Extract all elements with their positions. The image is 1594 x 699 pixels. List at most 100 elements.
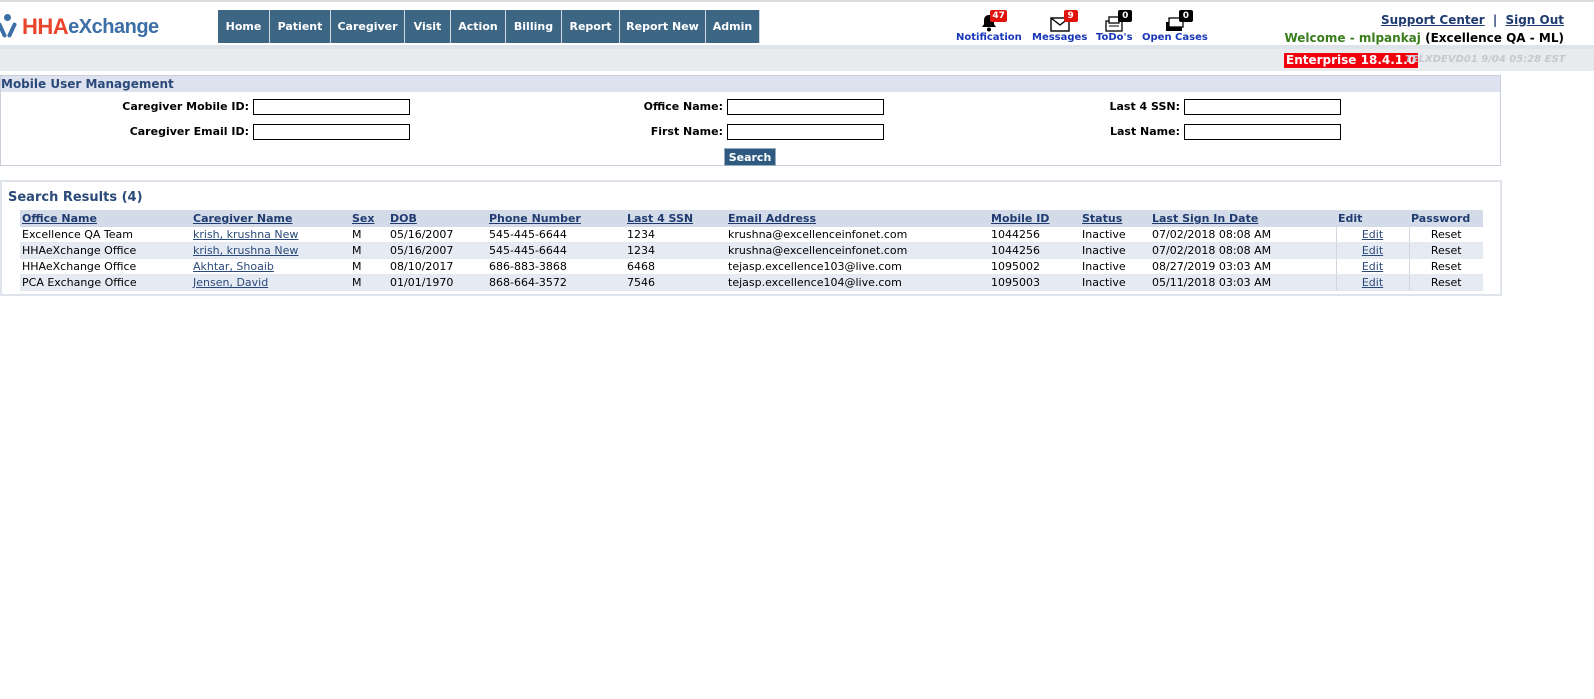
col-edit: Edit bbox=[1336, 210, 1409, 227]
cell-office-name: Excellence QA Team bbox=[20, 227, 191, 243]
nav-billing[interactable]: Billing bbox=[506, 10, 562, 43]
last4-ssn-input[interactable] bbox=[1184, 99, 1341, 115]
results-panel: Search Results (4) Office Name Caregiver… bbox=[0, 180, 1502, 296]
nav-visit[interactable]: Visit bbox=[405, 10, 451, 43]
welcome-user: Welcome - mlpankaj bbox=[1284, 31, 1421, 45]
open-cases-link[interactable]: 0 Open Cases bbox=[1142, 10, 1208, 43]
logo[interactable]: HHA eXchange bbox=[0, 12, 159, 42]
edit-link[interactable]: Edit bbox=[1335, 242, 1409, 259]
col-caregiver-name[interactable]: Caregiver Name bbox=[191, 210, 350, 227]
todo-icon: 0 bbox=[1102, 10, 1133, 32]
cell-phone: 686-883-3868 bbox=[487, 258, 625, 275]
reset-password[interactable]: Reset bbox=[1408, 242, 1483, 259]
col-status[interactable]: Status bbox=[1080, 210, 1150, 227]
cell-email: krushna@excellenceinfonet.com bbox=[726, 227, 989, 243]
cell-sex: M bbox=[350, 274, 388, 291]
caregiver-name-link[interactable]: Jensen, David bbox=[191, 274, 350, 291]
cell-phone: 868-664-3572 bbox=[487, 274, 625, 291]
cell-ssn: 1234 bbox=[625, 227, 726, 243]
cell-last-sign-in: 08/27/2019 03:03 AM bbox=[1150, 258, 1336, 275]
header-links: Support Center | Sign Out bbox=[1381, 13, 1564, 27]
nav-home[interactable]: Home bbox=[218, 10, 270, 43]
cell-email: krushna@excellenceinfonet.com bbox=[726, 242, 989, 259]
caregiver-mobile-id-input[interactable] bbox=[253, 99, 410, 115]
caregiver-mobile-id-label: Caregiver Mobile ID: bbox=[122, 100, 249, 113]
top-border bbox=[0, 0, 1594, 2]
reset-password[interactable]: Reset bbox=[1408, 274, 1483, 291]
col-sex[interactable]: Sex bbox=[350, 210, 388, 227]
cell-mobile-id: 1095002 bbox=[989, 258, 1080, 275]
envelope-icon: 9 bbox=[1048, 10, 1078, 32]
col-office-name[interactable]: Office Name bbox=[20, 210, 191, 227]
col-last-sign-in-date[interactable]: Last Sign In Date bbox=[1150, 210, 1336, 227]
table-row: Excellence QA Team krish, krushna New M … bbox=[20, 227, 1483, 243]
cell-sex: M bbox=[350, 258, 388, 275]
nav-caregiver[interactable]: Caregiver bbox=[331, 10, 405, 43]
nav-action[interactable]: Action bbox=[451, 10, 506, 43]
sign-out-link[interactable]: Sign Out bbox=[1505, 13, 1564, 27]
cell-status: Inactive bbox=[1080, 242, 1150, 259]
edit-link[interactable]: Edit bbox=[1335, 227, 1409, 243]
cell-office-name: PCA Exchange Office bbox=[20, 274, 191, 291]
col-last4-ssn[interactable]: Last 4 SSN bbox=[625, 210, 726, 227]
search-button[interactable]: Search bbox=[724, 148, 776, 166]
reset-password[interactable]: Reset bbox=[1408, 227, 1483, 243]
caregiver-name-link[interactable]: Akhtar, Shoaib bbox=[191, 258, 350, 275]
table-row: HHAeXchange Office krish, krushna New M … bbox=[20, 242, 1483, 259]
bell-icon: 47 bbox=[977, 10, 1007, 32]
col-password: Password bbox=[1409, 210, 1483, 227]
cell-sex: M bbox=[350, 227, 388, 243]
notification-count-badge: 47 bbox=[990, 10, 1007, 22]
cell-mobile-id: 1044256 bbox=[989, 242, 1080, 259]
cell-office-name: HHAeXchange Office bbox=[20, 258, 191, 275]
todo-link[interactable]: 0 ToDo's bbox=[1096, 10, 1133, 43]
todo-label: ToDo's bbox=[1096, 32, 1133, 43]
welcome-org: (Excellence QA - ML) bbox=[1425, 31, 1564, 45]
nav-admin[interactable]: Admin bbox=[706, 10, 760, 43]
col-mobile-id[interactable]: Mobile ID bbox=[989, 210, 1080, 227]
cell-phone: 545-445-6644 bbox=[487, 227, 625, 243]
office-name-input[interactable] bbox=[727, 99, 884, 115]
last-name-label: Last Name: bbox=[1109, 125, 1180, 138]
messages-link[interactable]: 9 Messages bbox=[1032, 10, 1088, 43]
cell-sex: M bbox=[350, 242, 388, 259]
welcome-text: Welcome - mlpankaj (Excellence QA - ML) bbox=[1284, 31, 1564, 45]
nav-patient[interactable]: Patient bbox=[270, 10, 331, 43]
caregiver-email-id-label: Caregiver Email ID: bbox=[129, 125, 249, 138]
nav-report-new[interactable]: Report New bbox=[620, 10, 706, 43]
support-center-link[interactable]: Support Center bbox=[1381, 13, 1485, 27]
caregiver-name-link[interactable]: krish, krushna New bbox=[191, 242, 350, 259]
cell-dob: 05/16/2007 bbox=[388, 242, 487, 259]
reset-password[interactable]: Reset bbox=[1408, 258, 1483, 275]
notification-label: Notification bbox=[956, 32, 1022, 43]
header-separator: | bbox=[1492, 13, 1498, 27]
messages-label: Messages bbox=[1032, 32, 1088, 43]
open-cases-label: Open Cases bbox=[1142, 32, 1208, 43]
edit-link[interactable]: Edit bbox=[1335, 274, 1409, 291]
caregiver-name-link[interactable]: krish, krushna New bbox=[191, 227, 350, 243]
table-row: HHAeXchange Office Akhtar, Shoaib M 08/1… bbox=[20, 258, 1483, 275]
notification-link[interactable]: 47 Notification bbox=[956, 10, 1022, 43]
col-dob[interactable]: DOB bbox=[388, 210, 487, 227]
nav-report[interactable]: Report bbox=[562, 10, 620, 43]
main-nav: Home Patient Caregiver Visit Action Bill… bbox=[218, 10, 760, 43]
cell-mobile-id: 1095003 bbox=[989, 274, 1080, 291]
cell-last-sign-in: 07/02/2018 08:08 AM bbox=[1150, 242, 1336, 259]
col-email-address[interactable]: Email Address bbox=[726, 210, 989, 227]
logo-figure-icon bbox=[0, 14, 18, 40]
col-phone-number[interactable]: Phone Number bbox=[487, 210, 625, 227]
cell-dob: 08/10/2017 bbox=[388, 258, 487, 275]
cell-dob: 05/16/2007 bbox=[388, 227, 487, 243]
first-name-input[interactable] bbox=[727, 124, 884, 140]
todo-count-badge: 0 bbox=[1118, 10, 1133, 22]
cell-last-sign-in: 07/02/2018 08:08 AM bbox=[1150, 227, 1336, 243]
cell-phone: 545-445-6644 bbox=[487, 242, 625, 259]
search-panel: Mobile User Management Caregiver Mobile … bbox=[0, 75, 1501, 166]
last-name-input[interactable] bbox=[1184, 124, 1341, 140]
last4-ssn-label: Last 4 SSN: bbox=[1109, 100, 1180, 113]
edit-link[interactable]: Edit bbox=[1335, 258, 1409, 275]
cell-office-name: HHAeXchange Office bbox=[20, 242, 191, 259]
caregiver-email-id-input[interactable] bbox=[253, 124, 410, 140]
cell-ssn: 7546 bbox=[625, 274, 726, 291]
panel-title: Mobile User Management bbox=[1, 76, 1500, 92]
